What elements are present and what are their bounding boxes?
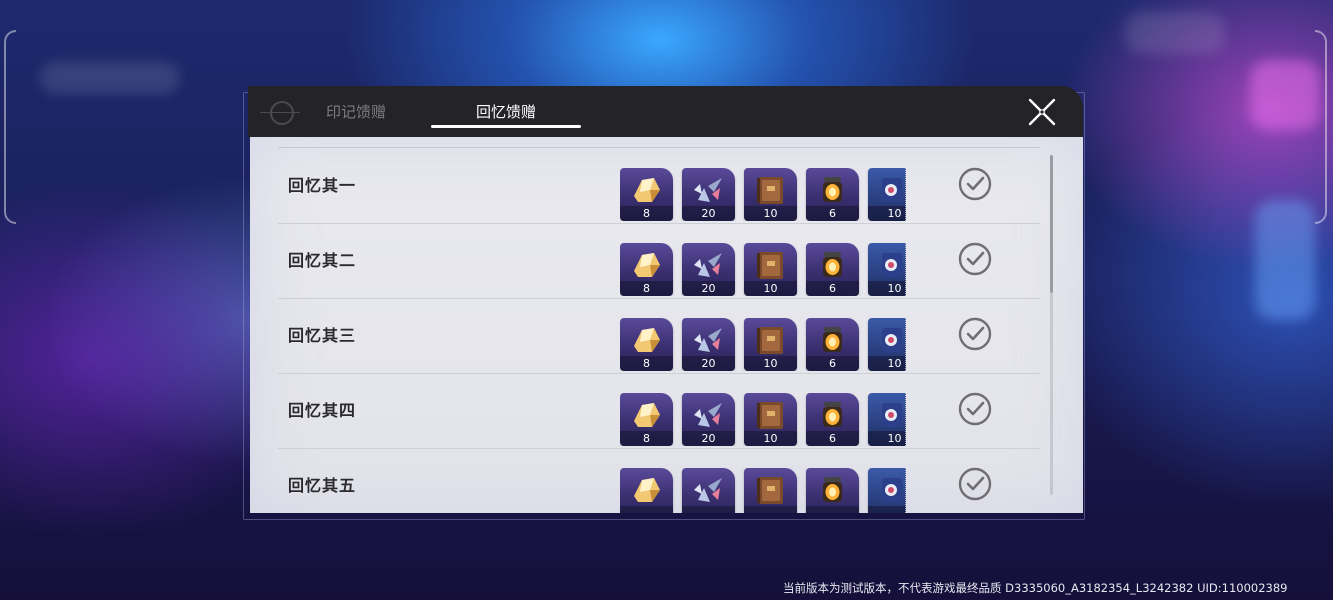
background-ghost-icon (1125, 12, 1225, 54)
reward-list[interactable]: 回忆其一 8 20 10 6 10 回忆其二 8 20 10 6 10 回忆其三 8 20 10 6 10 回忆其四… (250, 137, 1083, 513)
tab-mark-gifts[interactable]: 印记馈赠 (326, 86, 386, 137)
reward-item-quantity (682, 506, 735, 513)
reward-item[interactable]: 8 (620, 318, 673, 371)
tab-memory-gifts[interactable]: 回忆馈赠 (476, 86, 536, 137)
claimed-check-button[interactable] (958, 167, 992, 201)
reward-item-quantity (806, 506, 859, 513)
reward-item-quantity (620, 506, 673, 513)
scrollbar[interactable] (1050, 155, 1053, 495)
reward-row: 回忆其二 8 20 10 6 10 (278, 223, 1040, 299)
reward-item-quantity: 6 (806, 356, 859, 371)
reward-item[interactable]: 6 (806, 393, 859, 446)
reward-item-quantity: 10 (744, 356, 797, 371)
reward-row: 回忆其五 (278, 448, 1040, 513)
reward-item-quantity: 20 (682, 356, 735, 371)
background-ghost-label (40, 62, 180, 94)
reward-row-title: 回忆其一 (288, 176, 357, 195)
right-frame-bracket (1315, 30, 1327, 224)
check-circle-icon (958, 167, 992, 201)
reward-item-quantity: 20 (682, 206, 735, 221)
reward-row-title: 回忆其四 (288, 401, 357, 420)
reward-row: 回忆其四 8 20 10 6 10 (278, 373, 1040, 449)
claimed-check-button[interactable] (958, 392, 992, 426)
reward-item-quantity: 6 (806, 281, 859, 296)
reward-items: 8 20 10 6 10 (620, 243, 906, 296)
reward-item-quantity: 8 (620, 281, 673, 296)
active-tab-underline (431, 125, 581, 128)
reward-item[interactable]: 8 (620, 243, 673, 296)
close-icon (1028, 98, 1056, 126)
reward-item-quantity: 20 (682, 281, 735, 296)
claimed-check-button[interactable] (958, 317, 992, 351)
claimed-check-button[interactable] (958, 467, 992, 501)
reward-item[interactable] (806, 468, 859, 513)
reward-items: 8 20 10 6 10 (620, 393, 906, 446)
background-highlight-purple (1250, 60, 1320, 130)
left-frame-bracket (4, 30, 16, 224)
claimed-check-button[interactable] (958, 242, 992, 276)
reward-item[interactable]: 10 (744, 168, 797, 221)
reward-item-quantity (744, 506, 797, 513)
reward-row-title: 回忆其五 (288, 476, 357, 495)
items-scroll-edge (895, 468, 906, 513)
close-button[interactable] (1028, 98, 1056, 126)
scrollbar-thumb[interactable] (1050, 155, 1053, 293)
check-circle-icon (958, 392, 992, 426)
reward-item[interactable]: 10 (744, 318, 797, 371)
reward-items (620, 468, 906, 513)
reward-item[interactable]: 8 (620, 393, 673, 446)
reward-item[interactable]: 10 (744, 393, 797, 446)
reward-item-quantity: 6 (806, 206, 859, 221)
check-circle-icon (958, 467, 992, 501)
reward-row-title: 回忆其三 (288, 326, 357, 345)
reward-item-quantity: 8 (620, 206, 673, 221)
reward-item-quantity: 6 (806, 431, 859, 446)
reward-item[interactable]: 10 (744, 243, 797, 296)
reward-item[interactable]: 20 (682, 393, 735, 446)
memory-gift-dialog: 印记馈赠 回忆馈赠 回忆其一 8 20 10 6 10 回忆其二 8 20 10 6 10 回忆其三 8 2… (248, 86, 1083, 513)
reward-item[interactable] (744, 468, 797, 513)
items-scroll-edge (895, 393, 906, 446)
reward-item[interactable]: 20 (682, 318, 735, 371)
reward-item[interactable] (682, 468, 735, 513)
reward-row: 回忆其三 8 20 10 6 10 (278, 298, 1040, 374)
check-circle-icon (958, 317, 992, 351)
build-version-note: 当前版本为测试版本，不代表游戏最终品质 D3335060_A3182354_L3… (783, 581, 1288, 595)
reward-row: 回忆其一 8 20 10 6 10 (278, 148, 1040, 224)
reward-items: 8 20 10 6 10 (620, 318, 906, 371)
reward-item-quantity: 8 (620, 356, 673, 371)
reward-item[interactable] (620, 468, 673, 513)
reward-item-quantity: 20 (682, 431, 735, 446)
reward-item[interactable]: 20 (682, 243, 735, 296)
reward-items: 8 20 10 6 10 (620, 168, 906, 221)
items-scroll-edge (895, 168, 906, 221)
dialog-header: 印记馈赠 回忆馈赠 (248, 86, 1083, 137)
reward-item-quantity: 10 (744, 281, 797, 296)
background-highlight-blue (1255, 200, 1315, 320)
reward-item-quantity: 10 (744, 206, 797, 221)
reward-item[interactable]: 6 (806, 243, 859, 296)
reward-item-quantity: 10 (744, 431, 797, 446)
reward-item-quantity: 8 (620, 431, 673, 446)
check-circle-icon (958, 242, 992, 276)
reward-item[interactable]: 6 (806, 168, 859, 221)
items-scroll-edge (895, 243, 906, 296)
reward-item[interactable]: 20 (682, 168, 735, 221)
reward-item[interactable]: 8 (620, 168, 673, 221)
items-scroll-edge (895, 318, 906, 371)
emblem-icon (260, 101, 300, 125)
reward-row-title: 回忆其二 (288, 251, 357, 270)
reward-item[interactable]: 6 (806, 318, 859, 371)
